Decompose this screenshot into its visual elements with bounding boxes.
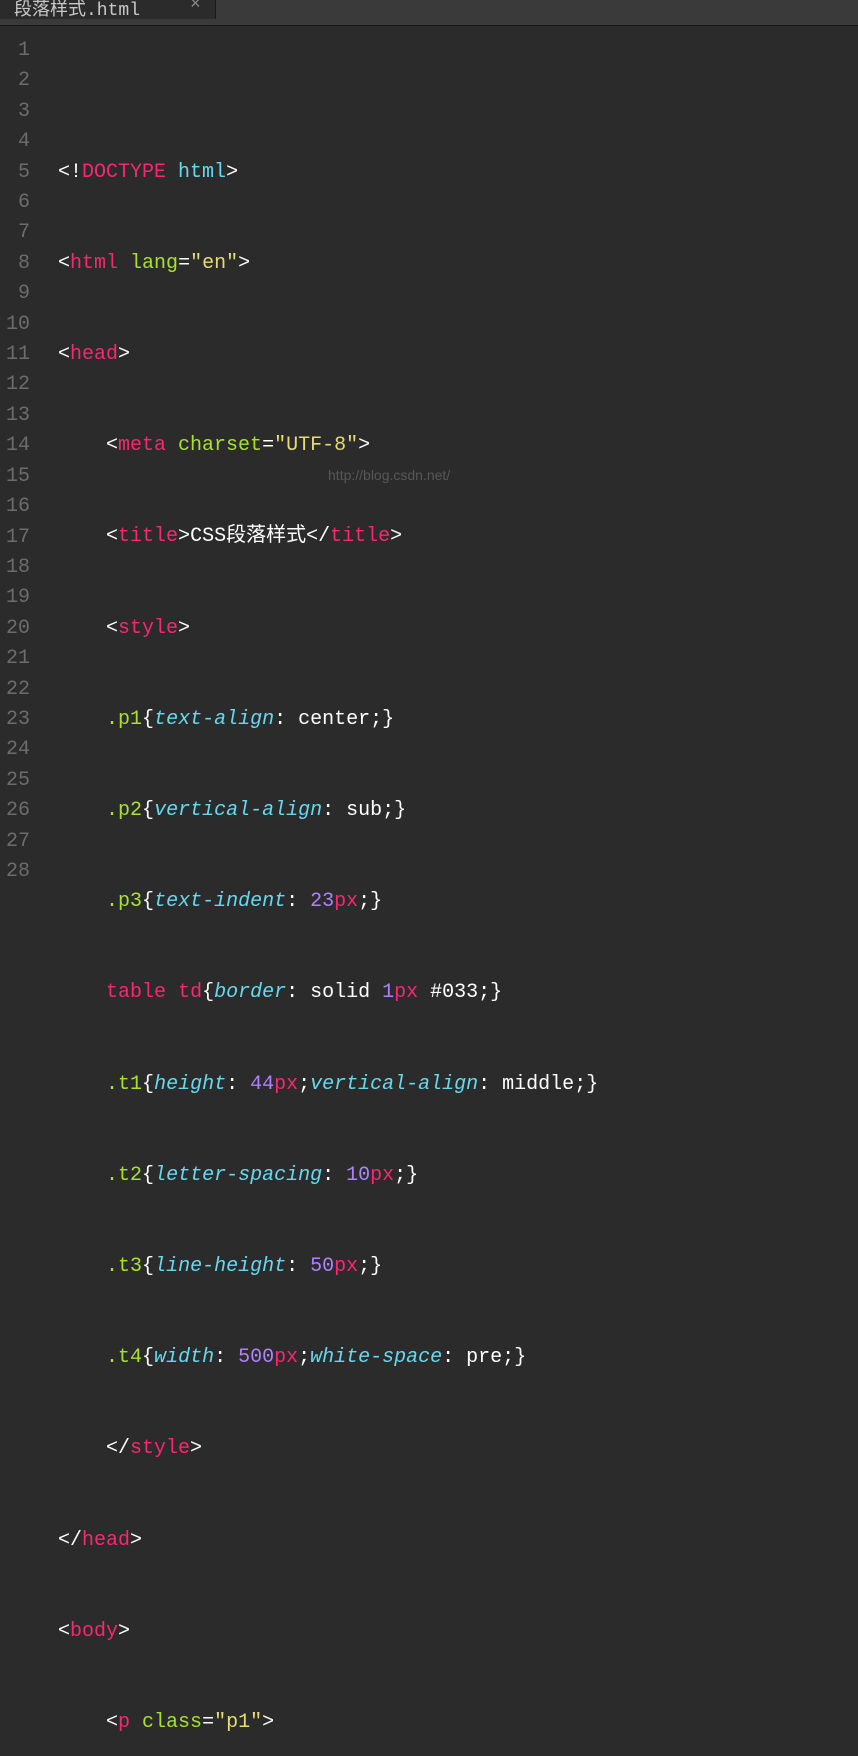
- line-number: 19: [6, 583, 30, 613]
- line-number: 21: [6, 644, 30, 674]
- line-number: 20: [6, 614, 30, 644]
- code-line: .p1{text-align: center;}: [58, 705, 858, 735]
- line-number: 2: [6, 66, 30, 96]
- code-content[interactable]: http://blog.csdn.net/ <!DOCTYPE html> <h…: [40, 26, 858, 878]
- code-editor[interactable]: 1 2 3 4 5 6 7 8 9 10 11 12 13 14 15 16 1…: [0, 26, 858, 878]
- line-number: 24: [6, 735, 30, 765]
- tab-bar: 段落样式.html ×: [0, 0, 858, 26]
- line-number: 12: [6, 370, 30, 400]
- line-number: 10: [6, 310, 30, 340]
- code-line: </head>: [58, 1526, 858, 1556]
- line-number: 4: [6, 127, 30, 157]
- code-line: <head>: [58, 340, 858, 370]
- code-line: .p2{vertical-align: sub;}: [58, 796, 858, 826]
- line-number: 25: [6, 766, 30, 796]
- line-number: 5: [6, 158, 30, 188]
- line-number: 14: [6, 431, 30, 461]
- code-line: </style>: [58, 1434, 858, 1464]
- line-number: 1: [6, 36, 30, 66]
- tab-title: 段落样式.html: [14, 0, 140, 21]
- line-number: 8: [6, 249, 30, 279]
- line-number: 7: [6, 218, 30, 248]
- code-line: .t2{letter-spacing: 10px;}: [58, 1161, 858, 1191]
- code-line: <body>: [58, 1617, 858, 1647]
- close-icon[interactable]: ×: [190, 0, 201, 15]
- code-line: <html lang="en">: [58, 249, 858, 279]
- code-line: .t4{width: 500px;white-space: pre;}: [58, 1343, 858, 1373]
- line-number: 27: [6, 827, 30, 857]
- code-line: .t3{line-height: 50px;}: [58, 1252, 858, 1282]
- code-line: <title>CSS段落样式</title>: [58, 522, 858, 552]
- line-number: 15: [6, 462, 30, 492]
- line-number: 11: [6, 340, 30, 370]
- code-line: <style>: [58, 614, 858, 644]
- code-line: table td{border: solid 1px #033;}: [58, 978, 858, 1008]
- line-number: 18: [6, 553, 30, 583]
- code-line: <!DOCTYPE html>: [58, 158, 858, 188]
- line-number: 22: [6, 675, 30, 705]
- line-number: 16: [6, 492, 30, 522]
- line-number: 26: [6, 796, 30, 826]
- file-tab[interactable]: 段落样式.html ×: [0, 0, 216, 19]
- code-line: .p3{text-indent: 23px;}: [58, 887, 858, 917]
- watermark-text: http://blog.csdn.net/: [328, 460, 450, 490]
- line-number: 9: [6, 279, 30, 309]
- line-number: 28: [6, 857, 30, 887]
- line-number: 13: [6, 401, 30, 431]
- line-number: 6: [6, 188, 30, 218]
- code-line: <p class="p1">: [58, 1708, 858, 1738]
- code-line: <meta charset="UTF-8">: [58, 431, 858, 461]
- line-number: 17: [6, 523, 30, 553]
- line-number-gutter: 1 2 3 4 5 6 7 8 9 10 11 12 13 14 15 16 1…: [0, 26, 40, 878]
- line-number: 3: [6, 97, 30, 127]
- code-line: .t1{height: 44px;vertical-align: middle;…: [58, 1070, 858, 1100]
- line-number: 23: [6, 705, 30, 735]
